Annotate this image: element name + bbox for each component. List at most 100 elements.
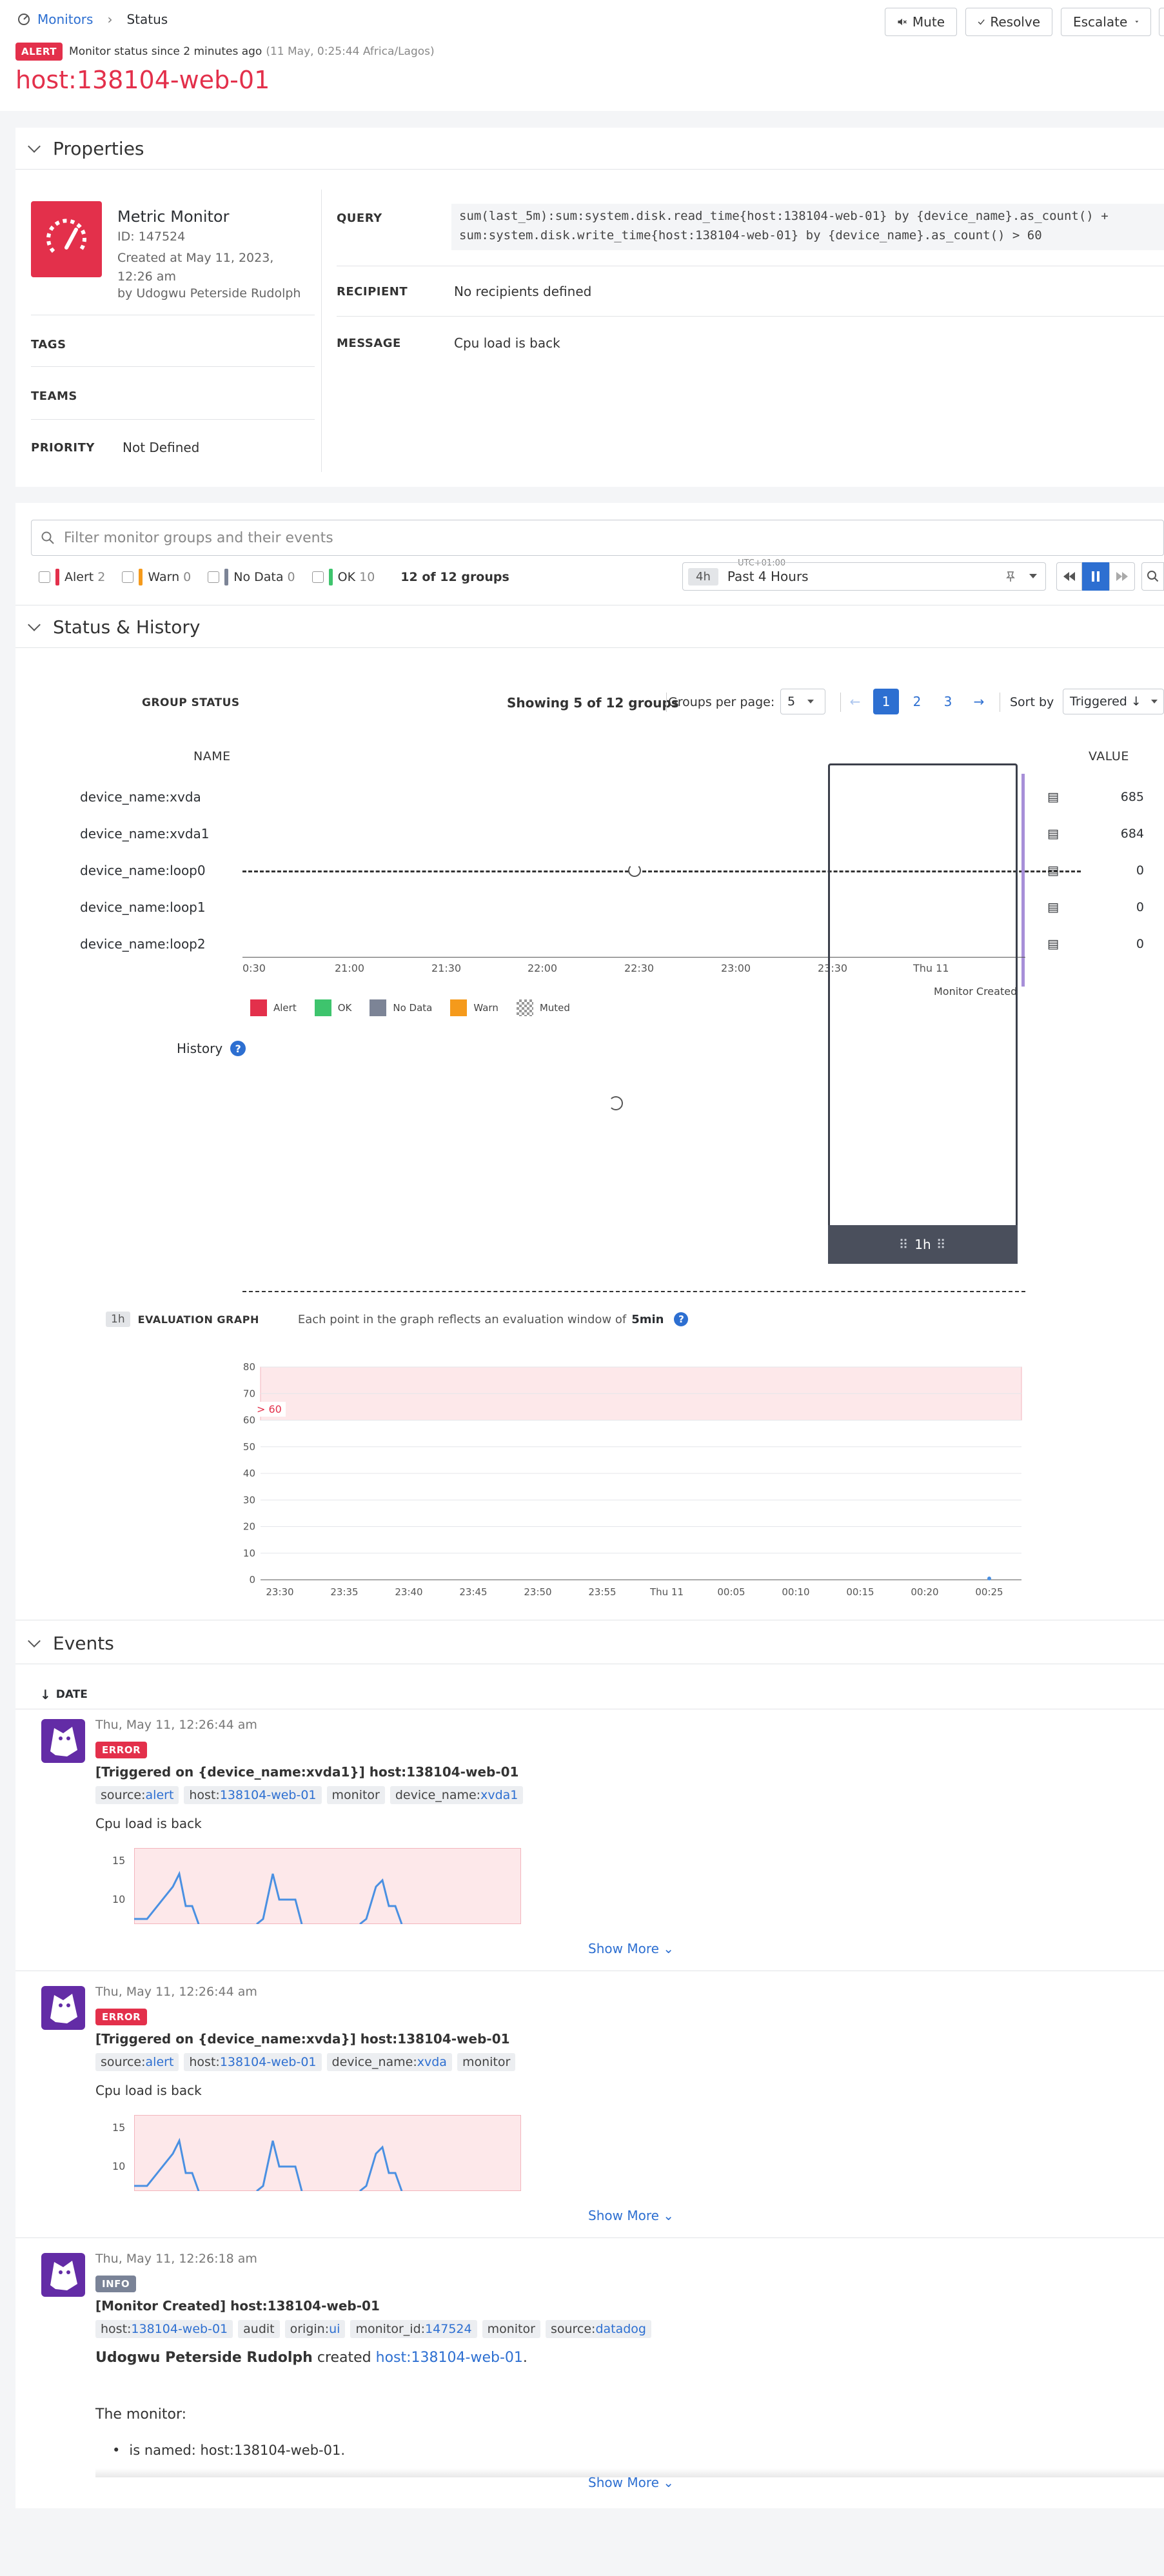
evaluation-graph-label: EVALUATION GRAPH	[137, 1313, 259, 1326]
value-column-header: VALUE	[1089, 749, 1129, 763]
event-the-monitor: The monitor:	[95, 2406, 187, 2423]
help-icon[interactable]: ?	[674, 1312, 689, 1326]
event-title[interactable]: [Monitor Created] host:138104-web-01	[95, 2298, 380, 2314]
zoom-button[interactable]	[1141, 562, 1164, 591]
properties-title: Properties	[53, 138, 144, 159]
rewind-button[interactable]	[1056, 562, 1082, 591]
event-snapshot-graph: 15 10	[95, 2115, 547, 2191]
event-tag[interactable]: monitor	[326, 1786, 385, 1804]
warn-checkbox[interactable]	[122, 571, 134, 583]
event-created-link[interactable]: host:138104-web-01	[376, 2350, 523, 2366]
mute-button[interactable]: Mute	[885, 8, 957, 36]
event-tag[interactable]: source:datadog	[545, 2320, 651, 2338]
main-card: Filter monitor groups and their events A…	[15, 503, 1164, 2508]
ok-checkbox[interactable]	[311, 571, 324, 583]
pin-icon[interactable]	[1005, 571, 1016, 582]
sort-by-label: Sort by	[1010, 695, 1054, 709]
threshold-label: > 60	[253, 1402, 286, 1417]
event-tag[interactable]: device_name:xvda1	[390, 1786, 524, 1804]
fast-forward-button[interactable]	[1109, 562, 1135, 591]
x-tick-label: 00:10	[782, 1586, 809, 1598]
page-2-button[interactable]: 2	[904, 689, 930, 714]
notebook-icon[interactable]: ▤	[1047, 816, 1059, 852]
event-time: Thu, May 11, 12:26:18 am	[95, 2252, 257, 2266]
show-more-link[interactable]: Show More ⌄	[588, 2475, 674, 2490]
group-row-name[interactable]: device_name:xvda1	[80, 816, 210, 852]
prev-page-button[interactable]: ←	[842, 689, 868, 714]
event-message: Cpu load is back	[95, 1816, 202, 1831]
legend-label: OK	[337, 1002, 352, 1014]
y-tick-label: 20	[243, 1521, 255, 1533]
group-row-name[interactable]: device_name:loop1	[80, 889, 210, 926]
time-range-picker[interactable]: 4h Past 4 Hours	[682, 562, 1046, 591]
event-created-word: created	[317, 2350, 371, 2366]
group-row-name[interactable]: device_name:xvda	[80, 779, 210, 816]
caret-down-icon	[1029, 574, 1037, 578]
group-status-label: GROUP STATUS	[142, 696, 240, 709]
escalate-label: Escalate	[1073, 14, 1128, 30]
event-tags: source:alert host:138104-web-01 device_n…	[95, 2053, 520, 2071]
resolve-button[interactable]: Resolve	[965, 8, 1052, 36]
show-more-link[interactable]: Show More ⌄	[588, 1941, 674, 1956]
legend-label: Muted	[539, 1002, 570, 1014]
filter-search-input[interactable]: Filter monitor groups and their events	[31, 520, 1164, 556]
loading-spinner-icon	[609, 1096, 623, 1110]
event-tag[interactable]: device_name:xvda	[326, 2053, 452, 2071]
events-toggle[interactable]: Events	[28, 1633, 114, 1654]
pause-button[interactable]	[1082, 562, 1109, 591]
notebook-icon[interactable]: ▤	[1047, 926, 1059, 963]
event-tag[interactable]: monitor	[482, 2320, 540, 2338]
event-tag[interactable]: host:138104-web-01	[95, 2320, 233, 2338]
group-row-value: 0	[1136, 863, 1144, 878]
time-tick: 22:30	[624, 962, 655, 974]
time-window-selector[interactable]	[828, 763, 1018, 1264]
x-tick-label: 23:45	[459, 1586, 487, 1598]
event-tag[interactable]: monitor	[457, 2053, 516, 2071]
sort-select[interactable]: Triggered ↓	[1063, 689, 1164, 714]
group-row-name[interactable]: device_name:loop0	[80, 852, 210, 889]
page-3-button[interactable]: 3	[935, 689, 961, 714]
ok-filter-label: OK	[337, 570, 356, 584]
show-more-link[interactable]: Show More ⌄	[588, 2208, 674, 2223]
status-history-toggle[interactable]: Status & History	[28, 616, 200, 638]
message-value: Cpu load is back	[454, 335, 560, 351]
nodata-checkbox[interactable]	[208, 571, 220, 583]
event-tag[interactable]: audit	[238, 2320, 280, 2338]
created-at: Created at May 11, 2023, 12:26 am	[117, 251, 274, 284]
status-legend: Alert OK No Data Warn Muted	[250, 999, 570, 1016]
help-icon[interactable]: ?	[230, 1041, 246, 1056]
time-tick: 22:00	[528, 962, 558, 974]
more-button[interactable]	[1159, 8, 1164, 36]
y-tick-label: 40	[243, 1468, 255, 1479]
time-range-value: Past 4 Hours	[727, 569, 809, 584]
page-1-button[interactable]: 1	[873, 689, 899, 714]
properties-toggle[interactable]: Properties	[28, 138, 144, 159]
notebook-icon[interactable]: ▤	[1047, 779, 1059, 816]
history-label: History	[177, 1041, 223, 1056]
group-row-name[interactable]: device_name:loop2	[80, 926, 210, 963]
escalate-button[interactable]: Escalate	[1061, 8, 1151, 36]
notebook-icon[interactable]: ▤	[1047, 889, 1059, 926]
event-tag[interactable]: origin:ui	[284, 2320, 346, 2338]
event-tag[interactable]: source:alert	[95, 2053, 179, 2071]
monitor-id: ID: 147524	[117, 230, 186, 244]
time-range-badge: 4h	[688, 567, 718, 585]
event-message: Cpu load is back	[95, 2083, 202, 2098]
event-tag[interactable]: monitor_id:147524	[350, 2320, 477, 2338]
date-column-header[interactable]: ↓ DATE	[40, 1687, 88, 1702]
event-tag[interactable]: source:alert	[95, 1786, 179, 1804]
divider	[666, 693, 667, 712]
event-title[interactable]: [Triggered on {device_name:xvda1}] host:…	[95, 1764, 518, 1780]
event-tag[interactable]: host:138104-web-01	[184, 2053, 322, 2071]
groups-per-page-select[interactable]: 5	[780, 689, 825, 714]
alert-checkbox[interactable]	[39, 571, 50, 583]
window-handle[interactable]: ⠿ 1h ⠿	[828, 1225, 1018, 1264]
monitor-created-marker	[1021, 774, 1025, 987]
time-tick: 23:00	[721, 962, 751, 974]
next-page-button[interactable]: →	[966, 689, 992, 714]
alert-filter-label: Alert	[64, 570, 94, 584]
chevron-down-icon	[28, 618, 41, 631]
breadcrumb-monitors-link[interactable]: Monitors	[37, 12, 93, 27]
event-tag[interactable]: host:138104-web-01	[184, 1786, 322, 1804]
event-title[interactable]: [Triggered on {device_name:xvda}] host:1…	[95, 2031, 510, 2047]
